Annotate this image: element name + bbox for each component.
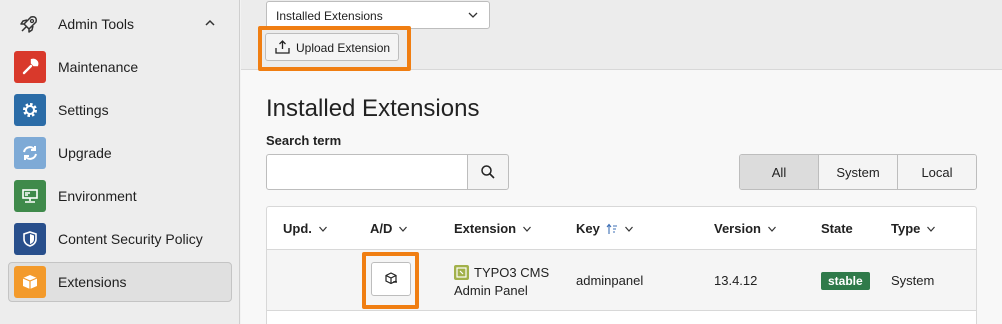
column-header-label: Upd. (283, 221, 312, 236)
chevron-down-icon (522, 224, 532, 234)
search-term-label: Search term (266, 133, 342, 148)
column-header-upd[interactable]: Upd. (283, 221, 328, 236)
column-header-version[interactable]: Version (714, 221, 777, 236)
column-header-label: Type (891, 221, 921, 236)
docheader-toolbar: Installed Extensions Upload Extension (241, 0, 1002, 71)
extension-type: System (891, 273, 935, 288)
chevron-down-icon (926, 224, 936, 234)
sidebar-item-label: Settings (58, 102, 109, 118)
chevron-down-icon (624, 224, 634, 234)
column-header-label: State (821, 221, 853, 236)
sidebar-item-label: Environment (58, 188, 137, 204)
table-row: TYPO3 CMS Admin Panel adminpanel 13.4.12… (267, 250, 976, 311)
table-header: Upd. A/D Extension Key Version State Typ… (267, 207, 976, 250)
extension-name-line2: Admin Panel (454, 283, 528, 298)
filter-all-button[interactable]: All (740, 155, 819, 189)
page-title: Installed Extensions (266, 95, 480, 122)
refresh-icon (14, 137, 46, 169)
sidebar-item-extensions[interactable]: Extensions (8, 262, 232, 302)
server-icon (14, 180, 46, 212)
column-header-state: State (821, 221, 853, 236)
sidebar-item-label: Content Security Policy (58, 231, 203, 247)
wrench-icon (14, 51, 46, 83)
filter-local-button[interactable]: Local (898, 155, 976, 189)
sidebar-item-content-security-policy[interactable]: Content Security Policy (8, 219, 232, 259)
sidebar-item-maintenance[interactable]: Maintenance (8, 47, 232, 87)
activate-deactivate-button[interactable] (371, 262, 411, 296)
main-content: Installed Extensions Upload Extension In… (241, 0, 1002, 324)
column-header-key[interactable]: Key (576, 221, 634, 236)
column-header-ad[interactable]: A/D (370, 221, 408, 236)
search-icon (480, 164, 496, 180)
chevron-down-icon (467, 9, 479, 21)
admin-tools-title: Admin Tools (58, 16, 135, 32)
chevron-down-icon (767, 224, 777, 234)
status-badge: stable (821, 272, 870, 290)
column-header-type[interactable]: Type (891, 221, 936, 236)
extension-name-line1: TYPO3 CMS (474, 265, 550, 280)
chevron-down-icon (318, 224, 328, 234)
column-header-label: A/D (370, 221, 393, 236)
module-sidebar: Admin Tools Maintenance Settings Upgrade… (0, 0, 240, 324)
sidebar-item-environment[interactable]: Environment (8, 176, 232, 216)
sort-ascending-icon (606, 223, 618, 235)
extension-version: 13.4.12 (714, 273, 758, 288)
extension-toggle-icon (383, 271, 399, 287)
extensions-table: Upd. A/D Extension Key Version State Typ… (266, 206, 977, 324)
gear-icon (14, 94, 46, 126)
column-header-label: Extension (454, 221, 517, 236)
upload-extension-button[interactable]: Upload Extension (265, 33, 399, 61)
chevron-down-icon (398, 224, 408, 234)
filter-system-button[interactable]: System (819, 155, 898, 189)
sidebar-item-label: Maintenance (58, 59, 139, 75)
extension-logo-icon (454, 265, 469, 280)
sidebar-item-label: Upgrade (58, 145, 112, 161)
column-header-label: Version (714, 221, 761, 236)
upload-icon (275, 40, 290, 54)
rocket-icon (18, 13, 40, 35)
sidebar-item-label: Extensions (58, 274, 127, 290)
chevron-up-icon[interactable] (202, 15, 218, 31)
column-header-extension[interactable]: Extension (454, 221, 532, 236)
admin-tools-group-header[interactable]: Admin Tools (0, 0, 240, 46)
shield-icon (14, 223, 46, 255)
column-header-label: Key (576, 221, 600, 236)
sidebar-item-settings[interactable]: Settings (8, 90, 232, 130)
search-input[interactable] (266, 154, 468, 190)
sidebar-item-upgrade[interactable]: Upgrade (8, 133, 232, 173)
extension-key: adminpanel (576, 273, 644, 288)
box-icon (14, 266, 46, 298)
extension-filter-group: All System Local (739, 154, 977, 190)
search-button[interactable] (467, 154, 509, 190)
view-select-value: Installed Extensions (276, 9, 383, 23)
view-select[interactable]: Installed Extensions (266, 1, 490, 29)
upload-extension-label: Upload Extension (296, 41, 391, 55)
